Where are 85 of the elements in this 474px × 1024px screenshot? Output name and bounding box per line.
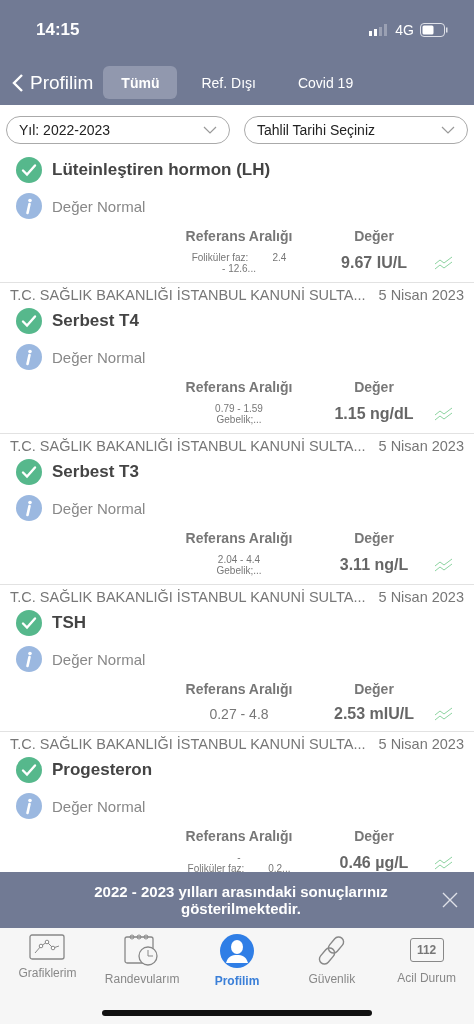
- tab-bar-item[interactable]: Randevularım: [97, 934, 188, 988]
- result-date: 5 Nisan 2023: [378, 736, 464, 752]
- calendar-clock-icon: [124, 934, 161, 966]
- chart-icon: [29, 934, 66, 960]
- institution-name: T.C. SAĞLIK BAKANLIĞI İSTANBUL KANUNİ SULTA...: [10, 438, 366, 454]
- reference-range: 0.79 - 1.59: [215, 403, 263, 414]
- banner-message: 2022 - 2023 yılları arasındaki sonuçlarınız gösterilmektedir.: [93, 883, 389, 917]
- column-header: Referans Aralığı: [184, 228, 294, 244]
- result-card[interactable]: T.C. SAĞLIK BAKANLIĞI İSTANBUL KANUNİ SULTA... 5 Nisan 2023 TSH Değer Normal Referans Aralığı Değer 0.27 - 4.8 2.53 mIU/L: [0, 585, 474, 732]
- status-text: Değer Normal: [52, 650, 146, 668]
- status-text: Değer Normal: [52, 797, 146, 815]
- test-name: Progesteron: [52, 760, 153, 780]
- institution-name: T.C. SAĞLIK BAKANLIĞI İSTANBUL KANUNİ SULTA...: [10, 287, 366, 303]
- column-header: Değer: [353, 828, 395, 844]
- filter-tab[interactable]: Covid 19: [279, 66, 372, 99]
- close-icon[interactable]: [442, 892, 458, 908]
- dropdown-value: Tahlil Tarihi Seçiniz: [257, 122, 375, 138]
- trend-icon[interactable]: [434, 856, 454, 870]
- result-date: 5 Nisan 2023: [378, 287, 464, 303]
- column-header: Referans Aralığı: [184, 828, 294, 844]
- result-value: 9.67 IU/L: [340, 254, 408, 272]
- dropdown-value: Yıl: 2022-2023: [19, 122, 111, 138]
- institution-name: T.C. SAĞLIK BAKANLIĞI İSTANBUL KANUNİ SULTA...: [10, 589, 366, 605]
- reference-range: -: [237, 852, 241, 863]
- status-text: Değer Normal: [52, 197, 146, 215]
- status-time: 14:15: [36, 20, 80, 40]
- trend-icon[interactable]: [434, 707, 454, 721]
- back-chevron-icon: [12, 72, 24, 93]
- tab-bar-item[interactable]: 112 Acil Durum: [381, 934, 472, 988]
- back-button[interactable]: Profilim: [12, 71, 94, 94]
- reference-range: 2.04 - 4.4: [217, 554, 261, 565]
- reference-range: 0.2...: [268, 863, 291, 872]
- result-value: 1.15 ng/dL: [333, 405, 415, 423]
- chevron-down-icon: [203, 126, 217, 134]
- reference-range: - 12.6...: [222, 263, 256, 274]
- info-icon: [16, 344, 42, 370]
- tab-bar-item[interactable]: Profilim: [192, 934, 282, 988]
- reference-range: Foliküler faz:: [187, 863, 245, 872]
- dropdown[interactable]: Yıl: 2022-2023: [6, 116, 230, 144]
- column-header: Referans Aralığı: [184, 530, 294, 546]
- column-header: Referans Aralığı: [184, 379, 294, 395]
- reference-range: 2.4: [272, 252, 287, 263]
- trend-icon[interactable]: [434, 407, 454, 421]
- reference-range: Gebelik;...: [216, 565, 262, 576]
- status-text: Değer Normal: [52, 499, 146, 517]
- trend-icon[interactable]: [434, 558, 454, 572]
- filter-tab[interactable]: Tümü: [103, 66, 178, 99]
- result-card[interactable]: T.C. SAĞLIK BAKANLIĞI İSTANBUL KANUNİ SULTA... 5 Nisan 2023 Serbest T4 Değer Normal Referans Aralığı Değer 0.79 - 1.59 Gebelik;... 1.15 ng/dL: [0, 283, 474, 434]
- network-label: 4G: [395, 22, 414, 38]
- column-header: Referans Aralığı: [184, 681, 294, 697]
- reference-range: 0.27 - 4.8: [209, 706, 269, 722]
- result-card[interactable]: T.C. SAĞLIK BAKANLIĞI İSTANBUL KANUNİ SULTA... 5 Nisan 2023 Serbest T3 Değer Normal Referans Aralığı Değer 2.04 - 4.4 Gebelik;... 3.11 ng/L: [0, 434, 474, 585]
- info-icon: [16, 495, 42, 521]
- dropdown[interactable]: Tahlil Tarihi Seçiniz: [244, 116, 468, 144]
- info-icon: [16, 646, 42, 672]
- test-name: TSH: [52, 613, 86, 633]
- result-value: 0.46 µg/L: [338, 854, 410, 872]
- chevron-down-icon: [441, 126, 455, 134]
- result-value: 2.53 mIU/L: [333, 705, 415, 723]
- back-label: Profilim: [30, 71, 94, 94]
- test-name: Serbest T4: [52, 311, 139, 331]
- test-name: Lüteinleştiren hormon (LH): [52, 160, 271, 180]
- result-date: 5 Nisan 2023: [378, 589, 464, 605]
- column-header: Değer: [353, 530, 395, 546]
- reference-range: Foliküler faz:: [191, 252, 249, 263]
- column-header: Değer: [353, 228, 395, 244]
- institution-name: T.C. SAĞLIK BAKANLIĞI İSTANBUL KANUNİ SULTA...: [10, 736, 366, 752]
- column-header: Değer: [353, 681, 395, 697]
- signal-icon: [369, 24, 390, 36]
- emergency-number: 112: [409, 938, 444, 962]
- info-icon: [16, 793, 42, 819]
- result-value: 3.11 ng/L: [338, 556, 410, 574]
- tab-bar-item[interactable]: Grafiklerim: [2, 934, 93, 988]
- status-text: Değer Normal: [52, 348, 146, 366]
- filter-tab[interactable]: Ref. Dışı: [183, 66, 274, 99]
- column-header: Değer: [353, 379, 395, 395]
- result-date: 5 Nisan 2023: [378, 438, 464, 454]
- test-name: Serbest T3: [52, 462, 139, 482]
- battery-icon: [420, 23, 448, 37]
- trend-icon[interactable]: [434, 256, 454, 270]
- reference-range: Gebelik;...: [216, 414, 262, 425]
- person-icon: [220, 934, 254, 968]
- tab-bar-item[interactable]: Güvenlik: [286, 934, 377, 988]
- info-icon: [16, 193, 42, 219]
- result-card[interactable]: Lüteinleştiren hormon (LH) Değer Normal Referans Aralığı Değer Foliküler faz: 2.4 - 12.6... 9.67 IU/L: [0, 152, 474, 283]
